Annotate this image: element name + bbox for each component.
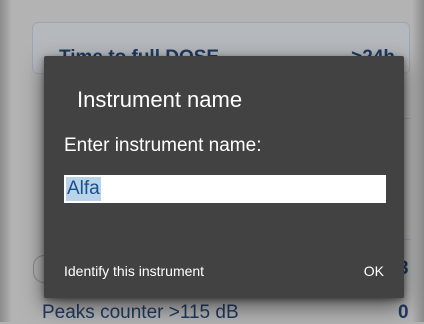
dialog-title: Instrument name: [77, 87, 243, 112]
dialog-prompt: Enter instrument name:: [64, 135, 262, 156]
instrument-name-input[interactable]: [64, 175, 386, 203]
background-pill-fragment: [33, 255, 44, 283]
identify-instrument-button[interactable]: Identify this instrument: [64, 263, 204, 279]
background-edge-shadow: [412, 0, 424, 322]
instrument-name-dialog: Instrument name Enter instrument name: A…: [44, 56, 404, 298]
peaks-counter-value: 0: [398, 302, 409, 323]
background-edge-shadow: [0, 0, 12, 322]
input-selected-text[interactable]: Alfa: [66, 177, 101, 201]
peaks-counter-label: Peaks counter >115 dB: [42, 302, 239, 323]
ok-button[interactable]: OK: [364, 263, 384, 279]
